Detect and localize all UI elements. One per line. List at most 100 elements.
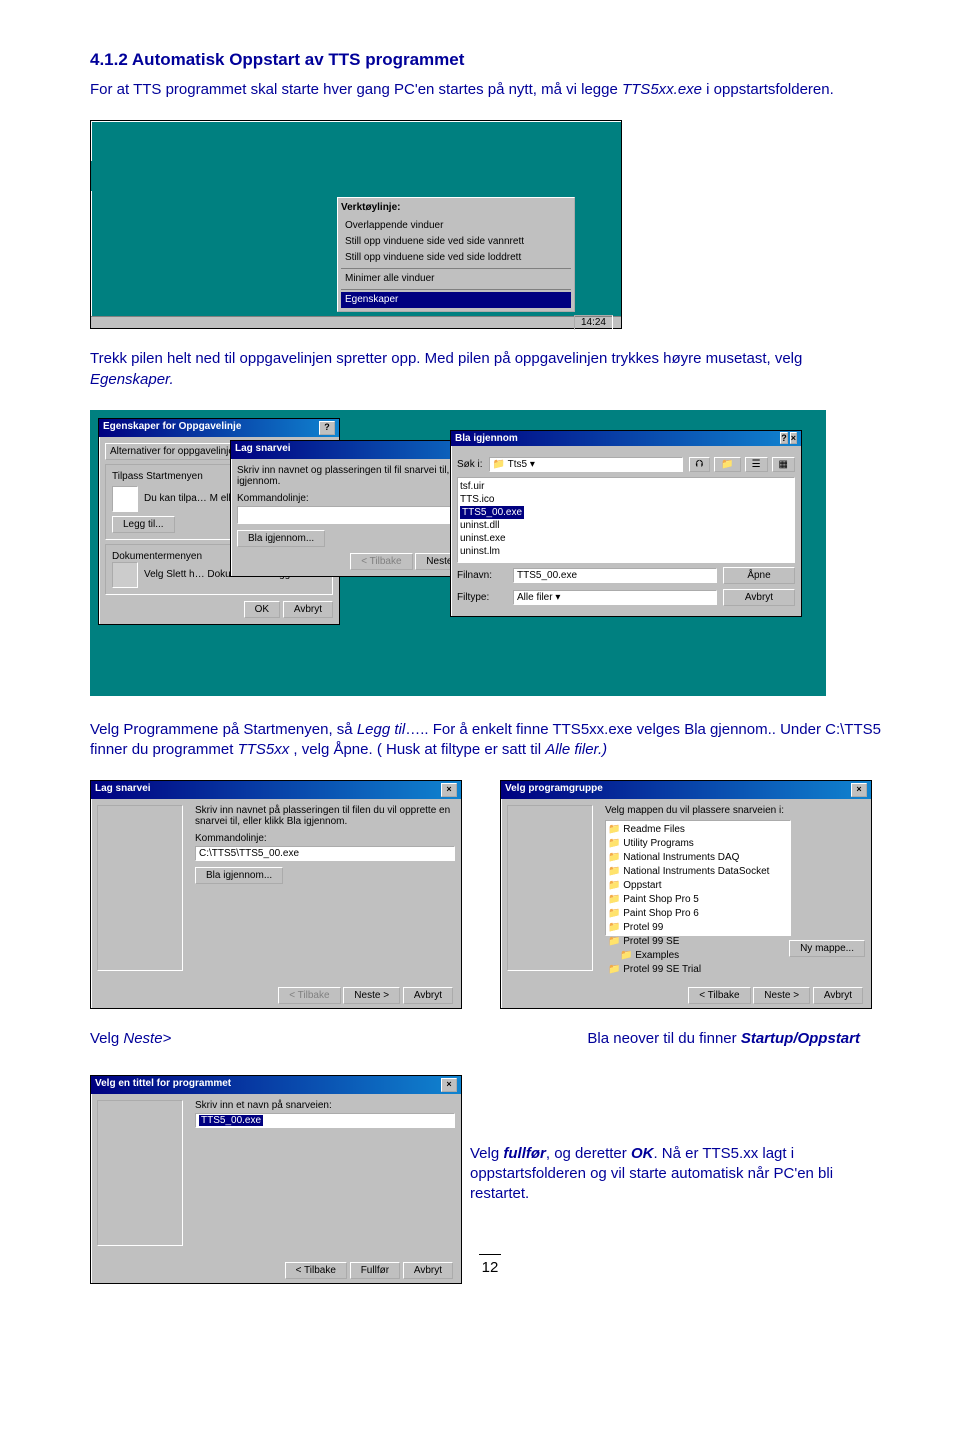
- close-icon[interactable]: ×: [851, 783, 867, 797]
- text: , velg Åpne. ( Husk at filtype er satt t…: [289, 741, 545, 758]
- back-button[interactable]: < Tilbake: [285, 1262, 347, 1279]
- shortcut-name-input[interactable]: TTS5_00.exe: [199, 1115, 263, 1126]
- dialog-title: Velg programgruppe: [505, 783, 603, 797]
- text: Utility Programs: [623, 838, 694, 849]
- cancel-button[interactable]: Avbryt: [723, 589, 795, 606]
- menu-item-properties[interactable]: Egenskaper: [341, 292, 571, 308]
- folder-dropdown[interactable]: 📁 Tts5 ▾: [489, 457, 683, 472]
- preview-panel: [97, 1100, 183, 1246]
- field-label: Filtype:: [457, 592, 507, 603]
- next-button[interactable]: Neste >: [343, 987, 400, 1004]
- dialog-title: Lag snarvei: [235, 443, 291, 457]
- dialog-title: Egenskaper for Oppgavelinje: [103, 421, 241, 435]
- open-button[interactable]: Åpne: [723, 567, 795, 584]
- dialog-title: Velg en tittel for programmet: [95, 1078, 231, 1092]
- tree-item[interactable]: 📁 Readme Files: [608, 823, 788, 837]
- emph: Startup/Oppstart: [741, 1030, 860, 1047]
- browse-button[interactable]: Bla igjennom...: [237, 530, 325, 547]
- caption-right: Bla neover til du finner Startup/Oppstar…: [587, 1029, 860, 1049]
- tree-item[interactable]: 📁 Paint Shop Pro 5: [608, 893, 788, 907]
- text: Bla neover til du finner: [587, 1030, 740, 1047]
- text: Protel 99 SE: [623, 936, 679, 947]
- cancel-button[interactable]: Avbryt: [283, 601, 333, 618]
- section-heading: 4.1.2 Automatisk Oppstart av TTS program…: [90, 50, 890, 70]
- filename-input[interactable]: TTS5_00.exe: [513, 568, 717, 583]
- folder-tree[interactable]: 📁 Readme Files 📁 Utility Programs 📁 Nati…: [605, 820, 791, 936]
- para: Velg fullfør, og deretter OK. Nå er TTS5…: [470, 1144, 890, 1205]
- next-button[interactable]: Neste >: [753, 987, 810, 1004]
- dialog-title: Bla igjennom: [455, 433, 518, 444]
- cancel-button[interactable]: Avbryt: [813, 987, 863, 1004]
- text: Protel 99: [623, 922, 663, 933]
- tree-item[interactable]: 📁 Protel 99: [608, 921, 788, 935]
- text: Readme Files: [623, 824, 685, 835]
- ok-button[interactable]: OK: [244, 601, 280, 618]
- cancel-button[interactable]: Avbryt: [403, 1262, 453, 1279]
- dialog-text: Velg mappen du vil plassere snarveien i:: [605, 805, 865, 816]
- text: Oppstart: [623, 880, 661, 891]
- dialog-text: Skriv inn navnet på plasseringen til fil…: [195, 805, 455, 827]
- menu-item: Still opp vinduene side ved side loddret…: [341, 250, 571, 266]
- dialog-text: Skriv inn et navn på snarveien:: [195, 1100, 455, 1111]
- intro-para: For at TTS programmet skal starte hver g…: [90, 80, 890, 100]
- tab[interactable]: Alternativer for oppgavelinje: [105, 443, 239, 460]
- emph: TTS5xx: [238, 741, 290, 758]
- emph: fullfør: [503, 1145, 546, 1162]
- page-number-value: 12: [482, 1259, 499, 1276]
- cancel-button[interactable]: Avbryt: [403, 987, 453, 1004]
- tree-item[interactable]: 📁 Paint Shop Pro 6: [608, 907, 788, 921]
- screenshot-taskbar-menu: Verktøylinje: Overlappende vinduer Still…: [90, 120, 890, 329]
- detail-view-icon[interactable]: ▦: [772, 457, 795, 472]
- list-view-icon[interactable]: ☰: [745, 457, 768, 472]
- tree-item-selected[interactable]: 📁 Oppstart: [608, 879, 788, 893]
- file-item[interactable]: uninst.exe: [460, 532, 792, 545]
- file-item[interactable]: uninst.dll: [460, 519, 792, 532]
- new-folder-icon[interactable]: 📁: [714, 457, 740, 472]
- screenshot-dialogs-stack: Egenskaper for Oppgavelinje ? Alternativ…: [90, 410, 890, 700]
- text: Protel 99 SE Trial: [623, 964, 701, 975]
- tree-item[interactable]: 📁 National Instruments DAQ: [608, 851, 788, 865]
- text: Velg Programmene på Startmenyen, så: [90, 721, 357, 738]
- help-icon[interactable]: ?: [319, 421, 335, 435]
- back-button: < Tilbake: [350, 553, 412, 570]
- preview-panel: [97, 805, 183, 971]
- text: i oppstartsfolderen.: [702, 81, 834, 98]
- file-item[interactable]: TTS.ico: [460, 493, 792, 506]
- emph: Neste>: [123, 1030, 171, 1047]
- filename: TTS5xx.exe: [622, 81, 702, 98]
- up-folder-icon[interactable]: ⮉: [689, 457, 711, 472]
- back-button[interactable]: < Tilbake: [688, 987, 750, 1004]
- help-icon[interactable]: ?: [780, 432, 788, 444]
- command-input[interactable]: C:\TTS5\TTS5_00.exe: [195, 846, 455, 861]
- finish-button[interactable]: Fullfør: [350, 1262, 400, 1279]
- caption-row: Velg Neste> Bla neover til du finner Sta…: [90, 1029, 890, 1049]
- file-item[interactable]: tsf.uir: [460, 480, 792, 493]
- text: Alle filer: [517, 592, 553, 603]
- field-label: Filnavn:: [457, 570, 507, 581]
- caption-left: Velg Neste>: [90, 1029, 171, 1049]
- emph: Legg til: [357, 721, 405, 738]
- text: Trekk pilen helt ned til oppgavelinjen s…: [90, 350, 802, 367]
- menu-title: Verktøylinje:: [341, 201, 571, 215]
- file-item[interactable]: uninst.lm: [460, 545, 792, 558]
- browse-button[interactable]: Bla igjennom...: [195, 867, 283, 884]
- close-icon[interactable]: ×: [441, 1078, 457, 1092]
- text: Velg: [470, 1145, 503, 1162]
- tree-item[interactable]: 📁 Protel 99 SE Trial: [608, 963, 788, 977]
- add-button[interactable]: Legg til...: [112, 516, 175, 533]
- close-icon[interactable]: ×: [441, 783, 457, 797]
- filetype-dropdown[interactable]: Alle filer ▾: [513, 590, 717, 605]
- file-item-selected[interactable]: TTS5_00.exe: [460, 506, 524, 519]
- folder-name: Tts5: [508, 459, 527, 470]
- menu-item: Overlappende vinduer: [341, 218, 571, 234]
- text: Paint Shop Pro 6: [623, 908, 699, 919]
- emph: OK: [631, 1145, 654, 1162]
- tree-item[interactable]: 📁 Utility Programs: [608, 837, 788, 851]
- close-icon[interactable]: ×: [790, 432, 797, 444]
- tree-item[interactable]: 📁 National Instruments DataSocket: [608, 865, 788, 879]
- para: Velg Programmene på Startmenyen, så Legg…: [90, 720, 890, 761]
- field-label: Søk i:: [457, 459, 483, 470]
- field-label: Kommandolinje:: [195, 833, 455, 844]
- back-button: < Tilbake: [278, 987, 340, 1004]
- new-folder-button[interactable]: Ny mappe...: [789, 940, 865, 957]
